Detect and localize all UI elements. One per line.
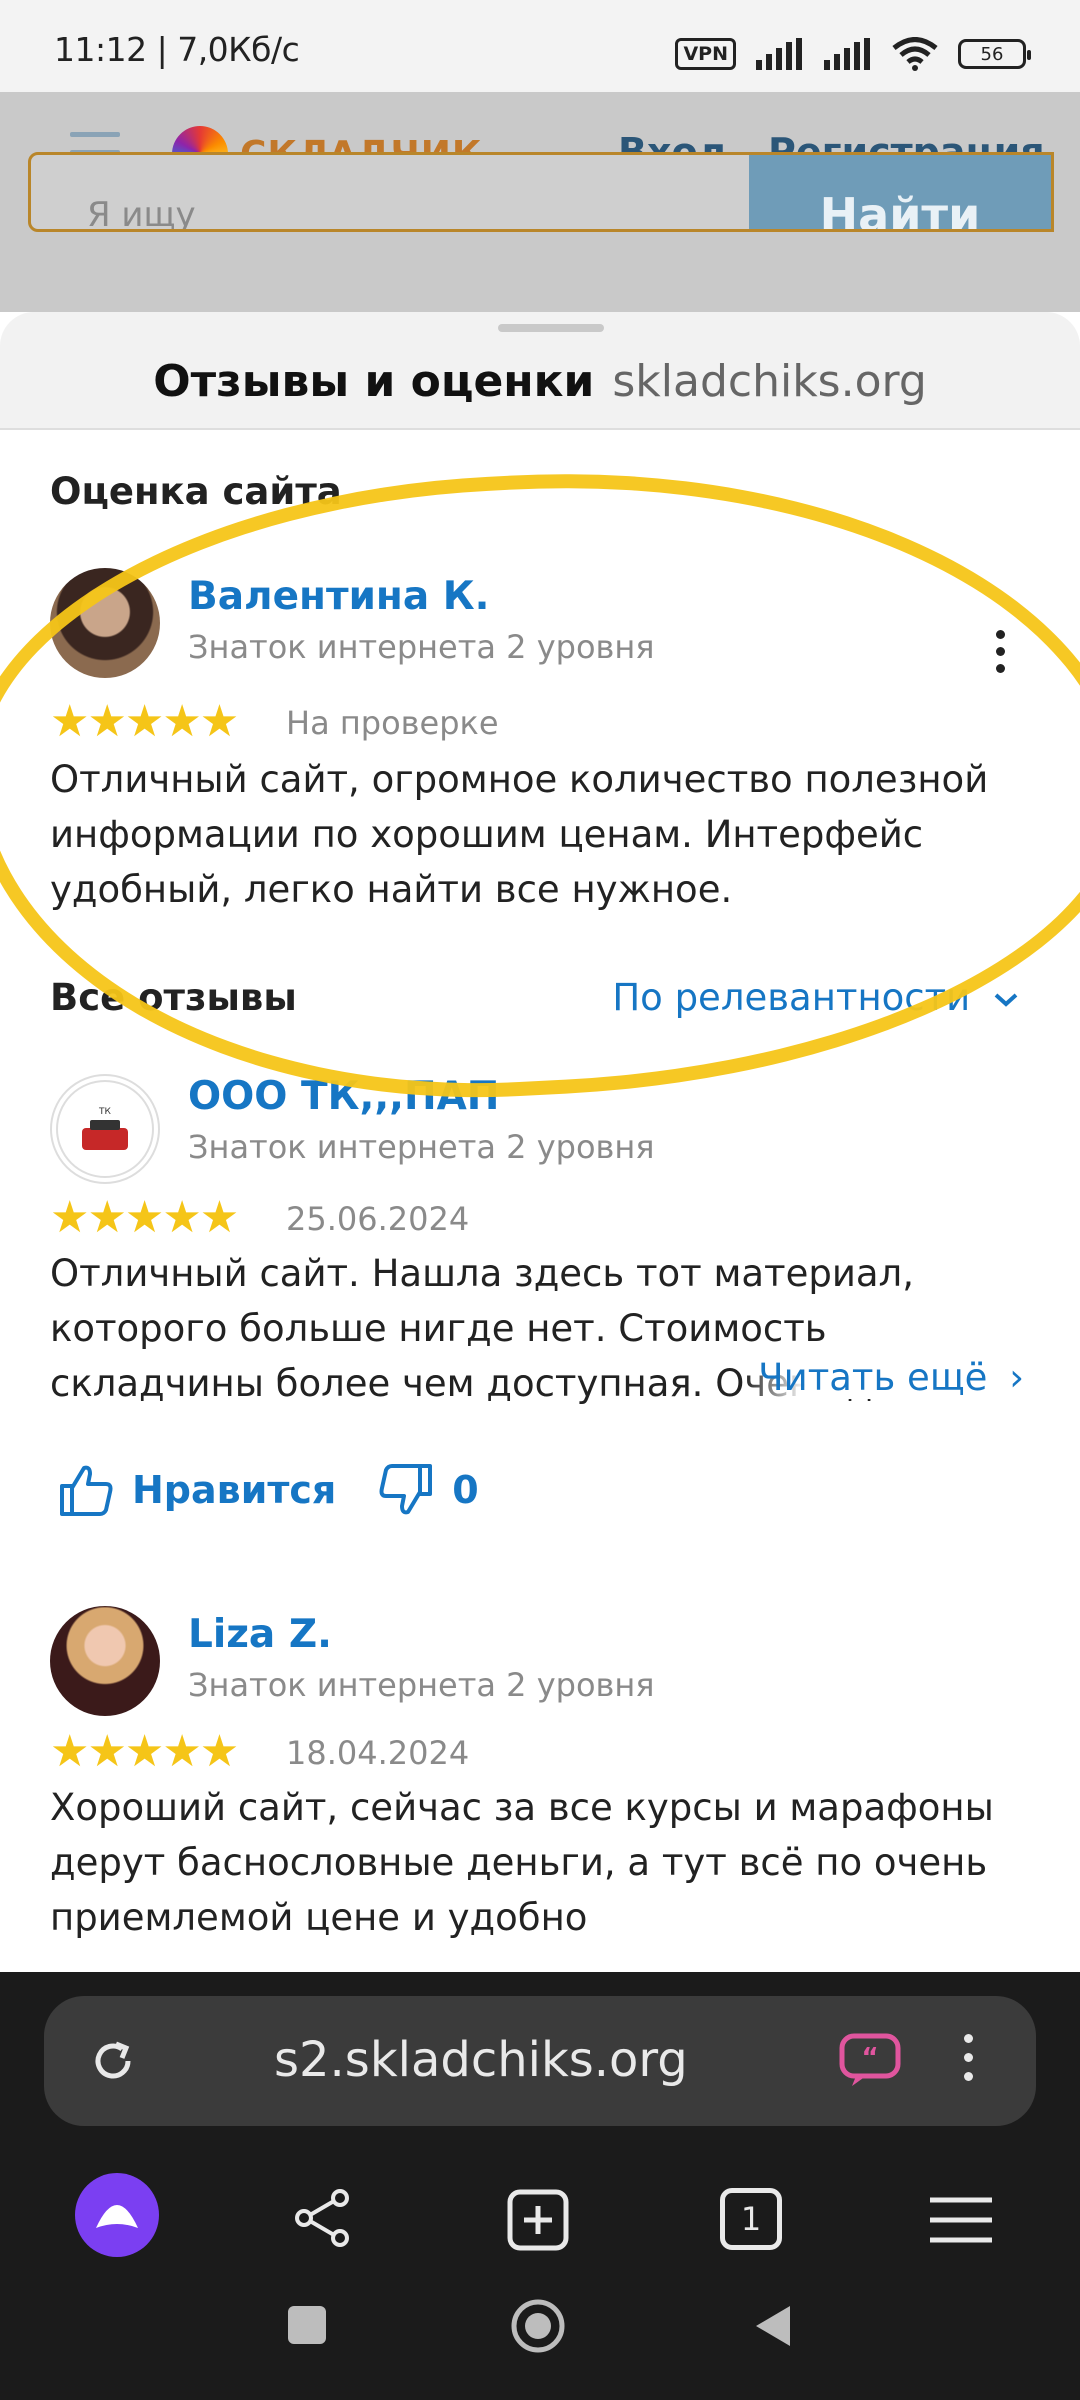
sheet-title-text: Отзывы и оценки (153, 356, 595, 407)
rating-stars: ★★★★★ (50, 1192, 239, 1243)
svg-text:ТК: ТК (98, 1107, 111, 1117)
address-bar[interactable]: s2.skladchiks.org “ (44, 1996, 1036, 2126)
vpn-icon: VPN (675, 38, 736, 70)
sheet-title: Отзывы и оценки skladchiks.org (0, 356, 1080, 407)
signal-icon-2 (824, 38, 870, 70)
review-text: Отличный сайт, огромное количество полез… (50, 758, 989, 911)
sort-dropdown[interactable]: По релевантности (612, 976, 1020, 1019)
avatar[interactable]: ТК (50, 1074, 160, 1184)
dislike-count: 0 (452, 1468, 479, 1512)
reload-icon[interactable] (86, 2034, 140, 2088)
like-button[interactable]: Нравится (56, 1460, 336, 1520)
like-label: Нравится (132, 1468, 337, 1512)
search-button[interactable]: Найти (749, 155, 1051, 229)
sheet-header: Отзывы и оценки skladchiks.org (0, 312, 1080, 430)
share-icon[interactable] (292, 2188, 356, 2248)
system-nav-bar (0, 2292, 1080, 2392)
company-logo-icon: ТК (56, 1080, 154, 1178)
wifi-icon (892, 37, 938, 71)
svg-text:“: “ (861, 2043, 878, 2073)
search-input[interactable]: Я ищу (87, 195, 196, 229)
rating-stars: ★★★★★ (50, 696, 239, 747)
review-status: На проверке (286, 704, 499, 742)
read-more-label: Читать ещё (758, 1356, 988, 1399)
menu-dots-icon[interactable] (964, 2034, 973, 2081)
review-actions: Нравится 0 (56, 1460, 479, 1520)
chevron-down-icon (994, 993, 1018, 1007)
back-button[interactable] (752, 2302, 794, 2350)
tabs-counter-button[interactable]: 1 (720, 2188, 782, 2250)
thumbs-up-icon (60, 1465, 113, 1516)
reviewer-name[interactable]: Liza Z. (188, 1612, 332, 1657)
chevron-right-icon: › (1009, 1356, 1024, 1399)
read-more-link[interactable]: Читать ещё › (744, 1356, 1024, 1399)
avatar[interactable] (50, 568, 160, 678)
reviews-sheet: Отзывы и оценки skladchiks.org Оценка сай… (0, 312, 1080, 1972)
reviewer-level: Знаток интернета 2 уровня (188, 628, 655, 666)
alice-icon[interactable] (74, 2172, 160, 2258)
browser-toolbar: 1 (0, 2172, 1080, 2282)
avatar[interactable] (50, 1606, 160, 1716)
url-text[interactable]: s2.skladchiks.org (274, 2032, 688, 2088)
reviews-quote-icon[interactable]: “ (838, 2032, 902, 2090)
reviewer-name[interactable]: Валентина К. (188, 574, 489, 619)
thumbs-down-icon (379, 1464, 433, 1515)
signal-icon (756, 38, 802, 70)
drag-handle[interactable] (498, 324, 604, 332)
review-date: 25.06.2024 (286, 1200, 470, 1238)
reviewer-name[interactable]: ООО ТК,,,ПАП (188, 1074, 499, 1119)
battery-icon: 56 (958, 39, 1031, 69)
reviewer-level: Знаток интернета 2 уровня (188, 1666, 655, 1704)
recents-button[interactable] (288, 2306, 326, 2344)
rating-stars: ★★★★★ (50, 1726, 239, 1777)
hamburger-menu-icon[interactable] (928, 2196, 994, 2244)
all-reviews-title: Все отзывы (50, 976, 297, 1019)
status-bar: 11:12 | 7,0Кб/с VPN 56 (0, 0, 1080, 92)
reviewer-level: Знаток интернета 2 уровня (188, 1128, 655, 1166)
review-text: Хороший сайт, сейчас за все курсы и мара… (50, 1786, 994, 1939)
rating-section-title: Оценка сайта (50, 470, 342, 513)
sheet-domain: skladchiks.org (612, 356, 927, 407)
tab-count: 1 (740, 2200, 762, 2238)
browser-bottom-bar: s2.skladchiks.org “ 1 (0, 1972, 1080, 2400)
status-time: 11:12 | 7,0Кб/с (54, 30, 300, 69)
dislike-button[interactable]: 0 (376, 1460, 479, 1520)
review-date: 18.04.2024 (286, 1734, 470, 1772)
home-button[interactable] (510, 2298, 566, 2354)
sort-label: По релевантности (612, 976, 971, 1019)
site-search[interactable]: Я ищу Найти (28, 152, 1054, 232)
more-options-icon[interactable] (996, 630, 1008, 673)
new-tab-icon[interactable] (506, 2188, 570, 2252)
